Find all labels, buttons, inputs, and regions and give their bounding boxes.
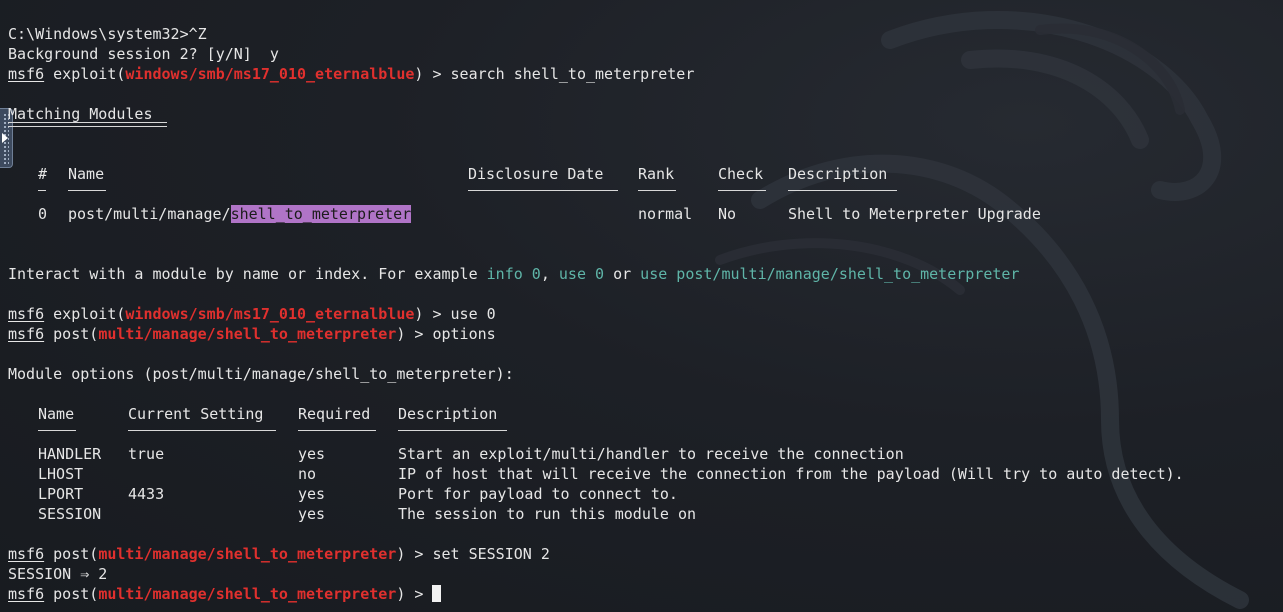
prompt-module: multi/manage/shell_to_meterpreter (98, 585, 397, 603)
column-header: Name (38, 405, 75, 423)
option-name: LPORT (38, 485, 84, 503)
output-line: SESSION ⇒ 2 (8, 565, 108, 583)
option-required: yes (298, 485, 326, 503)
hint-command: info 0 (486, 265, 541, 283)
option-description: Port for payload to connect to. (398, 485, 678, 503)
description: Shell to Meterpreter Upgrade (788, 205, 1041, 223)
prompt-command: ) > options (396, 325, 496, 343)
option-setting: 4433 (128, 485, 165, 503)
section-title: Module options (post/multi/manage/shell_… (8, 365, 514, 383)
prompt-command: ) > search shell_to_meterpreter (414, 65, 695, 83)
option-name: SESSION (38, 505, 102, 523)
msf-prompt-line: msf6 exploit(windows/smb/ms17_010_eterna… (8, 64, 1283, 84)
option-description: IP of host that will receive the connect… (398, 465, 1184, 483)
output-line: C:\Windows\system32>^Z (8, 25, 207, 43)
prompt-module: windows/smb/ms17_010_eternalblue (125, 65, 415, 83)
msf-label: msf6 (8, 325, 45, 343)
table-header-underline (8, 184, 1283, 204)
output-line: Background session 2? [y/N] y (8, 45, 279, 63)
module-name: post/multi/manage/shell_to_meterpreter (68, 205, 412, 223)
option-setting: true (128, 445, 165, 463)
msf-label: msf6 (8, 305, 45, 323)
column-header: Check (718, 165, 764, 183)
msf-label: msf6 (8, 65, 45, 83)
option-name: LHOST (38, 465, 84, 483)
msf-prompt-line: msf6 exploit(windows/smb/ms17_010_eterna… (8, 305, 496, 323)
column-header: Rank (638, 165, 675, 183)
column-header: Name (68, 165, 105, 183)
msf-label: msf6 (8, 545, 45, 563)
table-row[interactable]: HANDLER true yes Start an exploit/multi/han… (8, 444, 1283, 464)
msf-prompt-line: msf6 post(multi/manage/shell_to_meterpre… (8, 545, 550, 563)
prompt-module: windows/smb/ms17_010_eternalblue (125, 305, 415, 323)
prompt-command: ) > set SESSION 2 (396, 545, 550, 563)
option-description: The session to run this module on (398, 505, 697, 523)
interact-hint-line: Interact with a module by name or index.… (8, 265, 1020, 283)
table-row[interactable]: LHOST no IP of host that will receive the … (8, 464, 1283, 484)
table-row[interactable]: 0 post/multi/manage/shell_to_meterpreter n… (8, 204, 1283, 224)
rank: normal (638, 205, 693, 223)
option-name: HANDLER (38, 445, 102, 463)
terminal-output: C:\Windows\system32>^Z Background sessio… (8, 24, 1283, 604)
table-row[interactable]: LPORT 4433 yes Port for payload to connect … (8, 484, 1283, 504)
terminal-window[interactable]: C:\Windows\system32>^Z Background sessio… (0, 0, 1283, 612)
hint-command: use 0 (558, 265, 605, 283)
column-header: Required (298, 405, 371, 423)
column-header: Description (788, 165, 888, 183)
hint-command: use post/multi/manage/shell_to_meterpret… (640, 265, 1020, 283)
msf-label: msf6 (8, 585, 45, 603)
prompt-module: multi/manage/shell_to_meterpreter (98, 545, 397, 563)
column-header: Current Setting (128, 405, 264, 423)
table-header-row: Name Current Setting Required Description (8, 404, 1283, 424)
prompt-command: ) > (396, 585, 433, 603)
option-required: yes (298, 505, 326, 523)
prompt-type: exploit( (44, 65, 126, 83)
msf-prompt-line: msf6 post(multi/manage/shell_to_meterpre… (8, 325, 496, 343)
table-row[interactable]: SESSION yes The session to run this module… (8, 504, 1283, 524)
text-cursor[interactable] (432, 585, 442, 602)
table-header-underline (8, 424, 1283, 444)
option-description: Start an exploit/multi/handler to receiv… (398, 445, 904, 463)
search-match-highlight: shell_to_meterpreter (230, 205, 412, 223)
column-header: # (38, 165, 48, 183)
check: No (718, 205, 737, 223)
row-index: 0 (38, 205, 48, 223)
column-header: Description (398, 405, 498, 423)
section-title-underline (8, 122, 1283, 144)
option-required: no (298, 465, 317, 483)
prompt-command: ) > use 0 (414, 305, 496, 323)
prompt-module: multi/manage/shell_to_meterpreter (98, 325, 397, 343)
table-header-row: # Name Disclosure Date Rank Check Description (8, 164, 1283, 184)
column-header: Disclosure Date (468, 165, 604, 183)
option-required: yes (298, 445, 326, 463)
section-title: Matching Modules (8, 105, 153, 123)
msf-prompt-line-active[interactable]: msf6 post(multi/manage/shell_to_meterpre… (8, 584, 1283, 604)
